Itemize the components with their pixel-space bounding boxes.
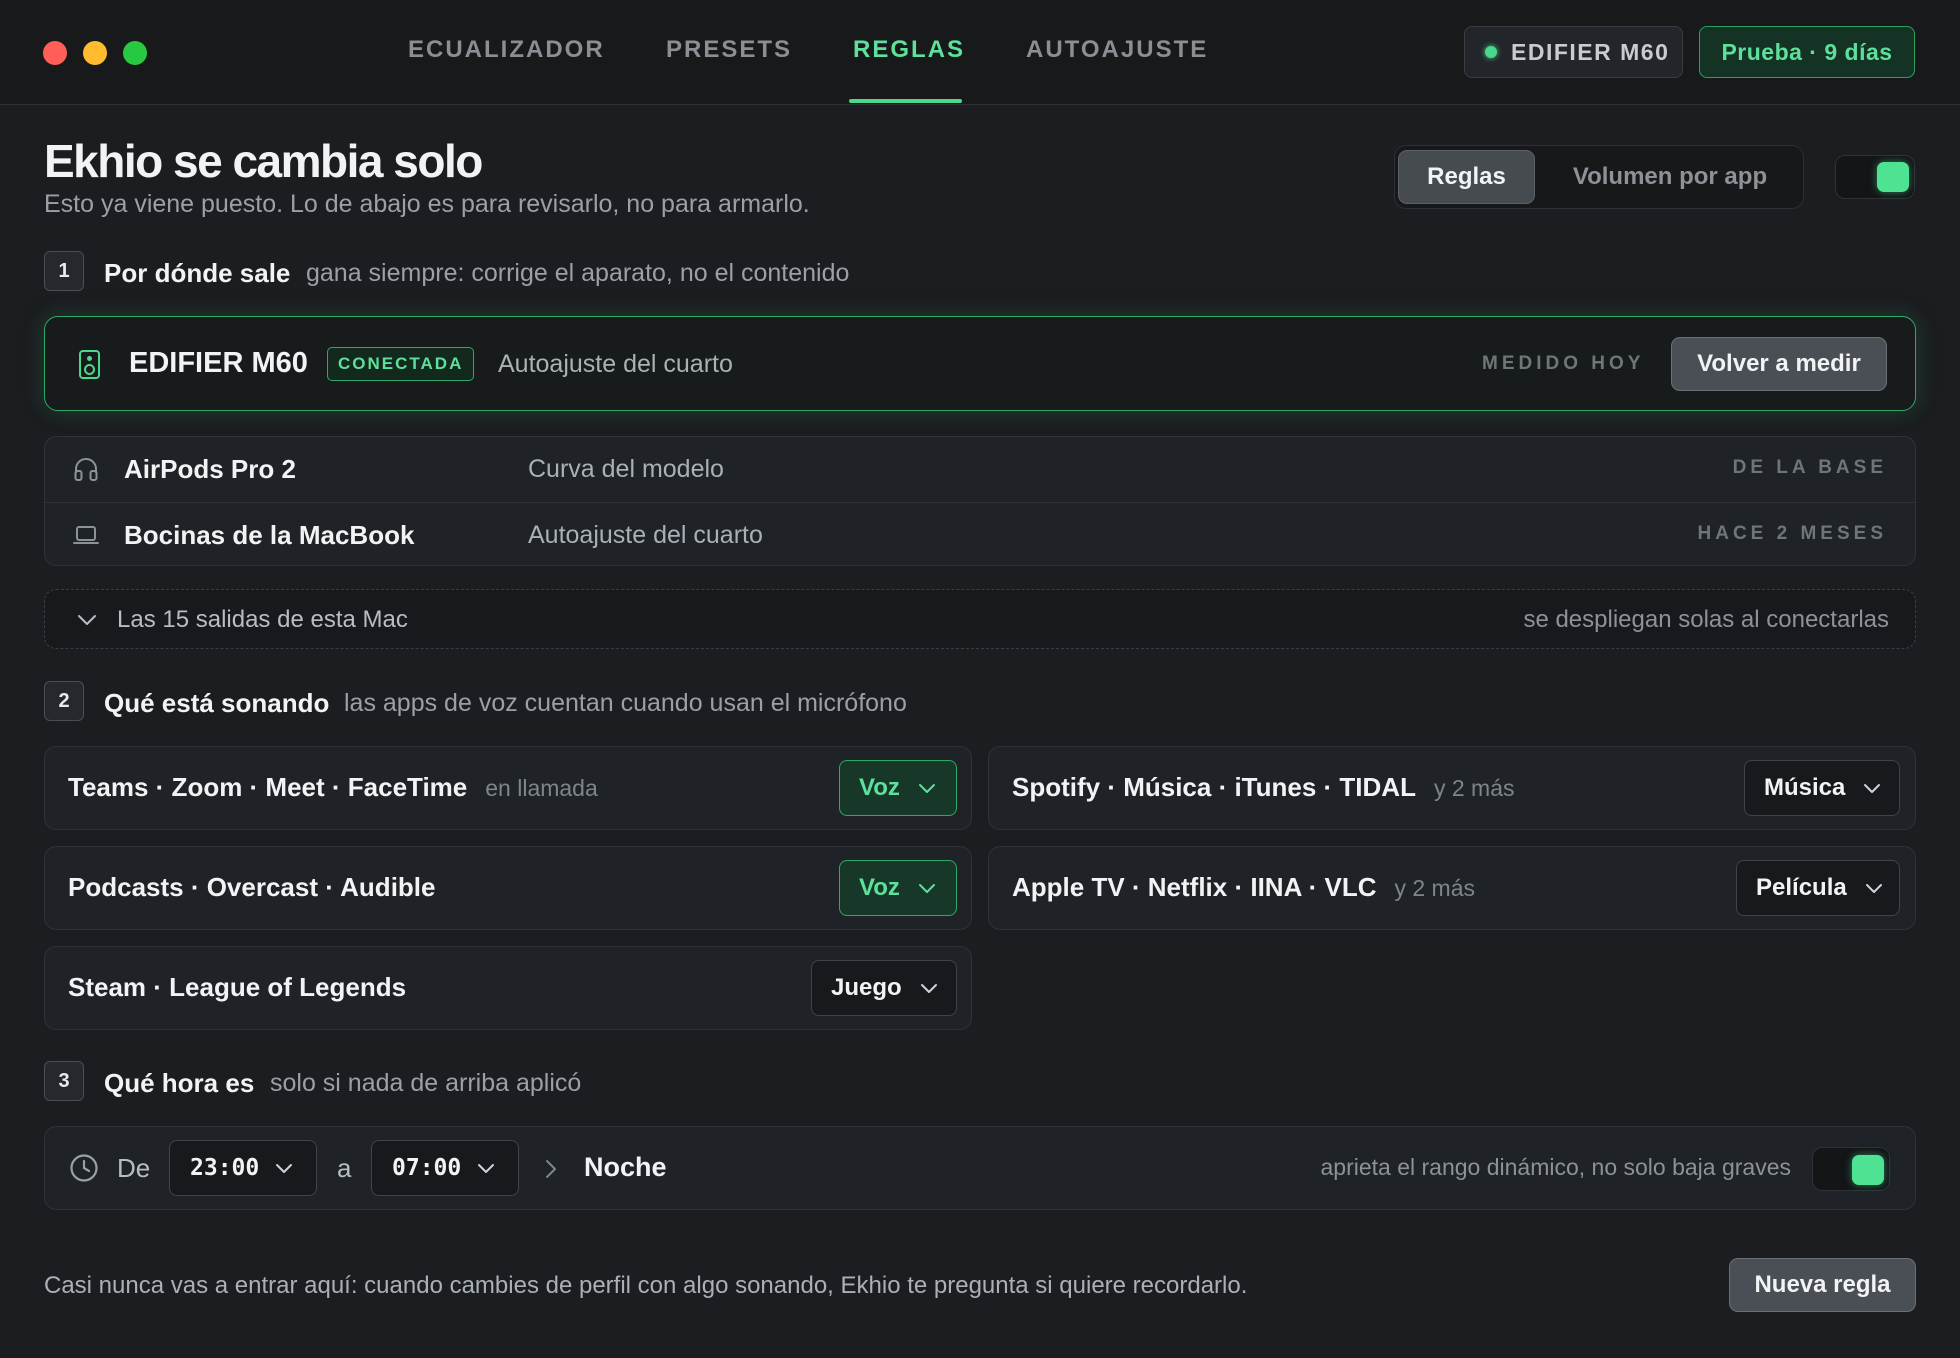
- segment-reglas[interactable]: Reglas: [1398, 150, 1535, 204]
- all-outputs-expander[interactable]: Las 15 salidas de esta Mac se despliegan…: [44, 589, 1916, 649]
- toggle-knob: [1877, 162, 1909, 192]
- speaker-icon: [79, 350, 100, 379]
- profile-dropdown[interactable]: Música: [1744, 760, 1900, 816]
- chevron-down-icon: [276, 1164, 293, 1173]
- chevron-down-icon: [1865, 884, 1882, 893]
- tab-ecualizador[interactable]: ECUALIZADOR: [408, 36, 605, 64]
- section-title: Qué hora es: [104, 1068, 255, 1098]
- device-profile: Autoajuste del cuarto: [528, 521, 763, 549]
- device-name: AirPods Pro 2: [124, 454, 296, 484]
- start-time-value: 23:00: [190, 1155, 260, 1181]
- app-group-name: Apple TV · Netflix · IINA · VLC y 2 más: [1012, 872, 1476, 902]
- trial-badge[interactable]: Prueba · 9 días: [1699, 26, 1915, 78]
- trial-label: Prueba · 9 días: [1721, 38, 1893, 65]
- tab-presets[interactable]: PRESETS: [666, 36, 792, 64]
- device-list: AirPods Pro 2 Curva del modelo DE LA BAS…: [44, 436, 1916, 566]
- chevron-down-icon: [918, 784, 935, 793]
- laptop-icon: [73, 526, 99, 544]
- profile-dropdown[interactable]: Voz: [839, 860, 957, 916]
- toggle-knob: [1852, 1155, 1884, 1185]
- app-group-name: Podcasts · Overcast · Audible: [68, 872, 436, 902]
- tab-autoajuste[interactable]: AUTOAJUSTE: [1026, 36, 1208, 64]
- rules-enabled-toggle[interactable]: [1835, 155, 1915, 199]
- profile-dropdown-value: Voz: [859, 874, 900, 901]
- clock-icon: [70, 1154, 98, 1182]
- device-row[interactable]: Bocinas de la MacBook Autoajuste del cua…: [45, 502, 1915, 567]
- primary-output-card: EDIFIER M60 CONECTADA Autoajuste del cua…: [44, 316, 1916, 411]
- current-device-label: EDIFIER M60: [1511, 38, 1670, 65]
- device-source: DE LA BASE: [1732, 457, 1887, 478]
- tab-reglas[interactable]: REGLAS: [853, 36, 965, 64]
- section-hint: solo si nada de arriba aplicó: [270, 1069, 582, 1097]
- footer-note: Casi nunca vas a entrar aquí: cuando cam…: [44, 1272, 1248, 1299]
- chevron-right-icon: [546, 1160, 556, 1178]
- end-time-value: 07:00: [392, 1155, 462, 1181]
- current-device-pill[interactable]: EDIFIER M60: [1464, 26, 1683, 78]
- title-bar: ECUALIZADOR PRESETS REGLAS AUTOAJUSTE ED…: [0, 0, 1960, 105]
- start-time-dropdown[interactable]: 23:00: [169, 1140, 317, 1196]
- profile-dropdown[interactable]: Voz: [839, 760, 957, 816]
- page-title: Ekhio se cambia solo: [44, 135, 483, 187]
- new-rule-button[interactable]: Nueva regla: [1729, 1258, 1916, 1312]
- zoom-window-button[interactable]: [123, 41, 147, 65]
- profile-dropdown-value: Película: [1756, 874, 1847, 901]
- chevron-down-icon: [78, 615, 96, 625]
- segment-volumen-por-app[interactable]: Volumen por app: [1545, 150, 1795, 204]
- profile-dropdown-value: Juego: [831, 974, 902, 1001]
- app-group-name: Teams · Zoom · Meet · FaceTime en llamada: [68, 772, 598, 802]
- app-rule-card: Podcasts · Overcast · Audible Voz: [44, 846, 972, 930]
- section-title: Qué está sonando: [104, 688, 330, 718]
- device-name: Bocinas de la MacBook: [124, 520, 415, 550]
- view-segmented-control: Reglas Volumen por app: [1394, 145, 1804, 209]
- app-group-name: Spotify · Música · iTunes · TIDAL y 2 más: [1012, 772, 1515, 802]
- active-tab-indicator: [849, 99, 962, 103]
- section-title: Por dónde sale: [104, 258, 291, 288]
- connected-status-dot: [1485, 46, 1497, 58]
- section-hint: las apps de voz cuentan cuando usan el m…: [344, 689, 907, 717]
- night-profile-hint: aprieta el rango dinámico, no solo baja …: [1320, 1154, 1791, 1180]
- chevron-down-icon: [920, 984, 937, 993]
- app-group-condition: en llamada: [485, 775, 598, 801]
- page-subtitle: Esto ya viene puesto. Lo de abajo es par…: [44, 190, 810, 218]
- profile-dropdown[interactable]: Juego: [811, 960, 957, 1016]
- device-name: EDIFIER M60: [129, 347, 308, 379]
- chevron-down-icon: [1864, 784, 1881, 793]
- section-number: 3: [44, 1061, 84, 1101]
- section-hint: gana siempre: corrige el aparato, no el …: [306, 259, 850, 287]
- app-rule-card: Apple TV · Netflix · IINA · VLC y 2 más P…: [988, 846, 1916, 930]
- profile-dropdown-value: Voz: [859, 774, 900, 801]
- device-profile: Autoajuste del cuarto: [498, 350, 733, 378]
- to-label: a: [337, 1153, 352, 1183]
- time-rule-toggle[interactable]: [1812, 1147, 1890, 1191]
- headphones-icon: [74, 458, 98, 481]
- section-number: 1: [44, 251, 84, 291]
- app-group-name: Steam · League of Legends: [68, 972, 407, 1002]
- section-number: 2: [44, 681, 84, 721]
- app-rule-card: Spotify · Música · iTunes · TIDAL y 2 más…: [988, 746, 1916, 830]
- from-label: De: [117, 1153, 151, 1183]
- profile-dropdown[interactable]: Película: [1736, 860, 1900, 916]
- app-rule-card: Teams · Zoom · Meet · FaceTime en llamada…: [44, 746, 972, 830]
- app-group-more: y 2 más: [1433, 775, 1515, 801]
- chevron-down-icon: [478, 1164, 495, 1173]
- app-group-more: y 2 más: [1394, 875, 1476, 901]
- remeasure-button[interactable]: Volver a medir: [1671, 337, 1887, 391]
- measured-status: MEDIDO HOY: [1482, 353, 1645, 374]
- minimize-window-button[interactable]: [83, 41, 107, 65]
- close-window-button[interactable]: [43, 41, 67, 65]
- night-profile-label[interactable]: Noche: [584, 1152, 667, 1183]
- chevron-down-icon: [918, 884, 935, 893]
- all-outputs-hint: se despliegan solas al conectarlas: [1523, 606, 1889, 633]
- end-time-dropdown[interactable]: 07:00: [371, 1140, 519, 1196]
- app-rule-card: Steam · League of Legends Juego: [44, 946, 972, 1030]
- time-rule-card: De 23:00 a 07:00 Noche aprieta el rango …: [44, 1126, 1916, 1210]
- profile-dropdown-value: Música: [1764, 774, 1846, 801]
- device-row[interactable]: AirPods Pro 2 Curva del modelo DE LA BAS…: [45, 437, 1915, 502]
- device-profile: Curva del modelo: [528, 455, 724, 483]
- device-source: HACE 2 MESES: [1697, 523, 1887, 544]
- connected-badge: CONECTADA: [327, 347, 475, 381]
- all-outputs-label: Las 15 salidas de esta Mac: [117, 606, 408, 633]
